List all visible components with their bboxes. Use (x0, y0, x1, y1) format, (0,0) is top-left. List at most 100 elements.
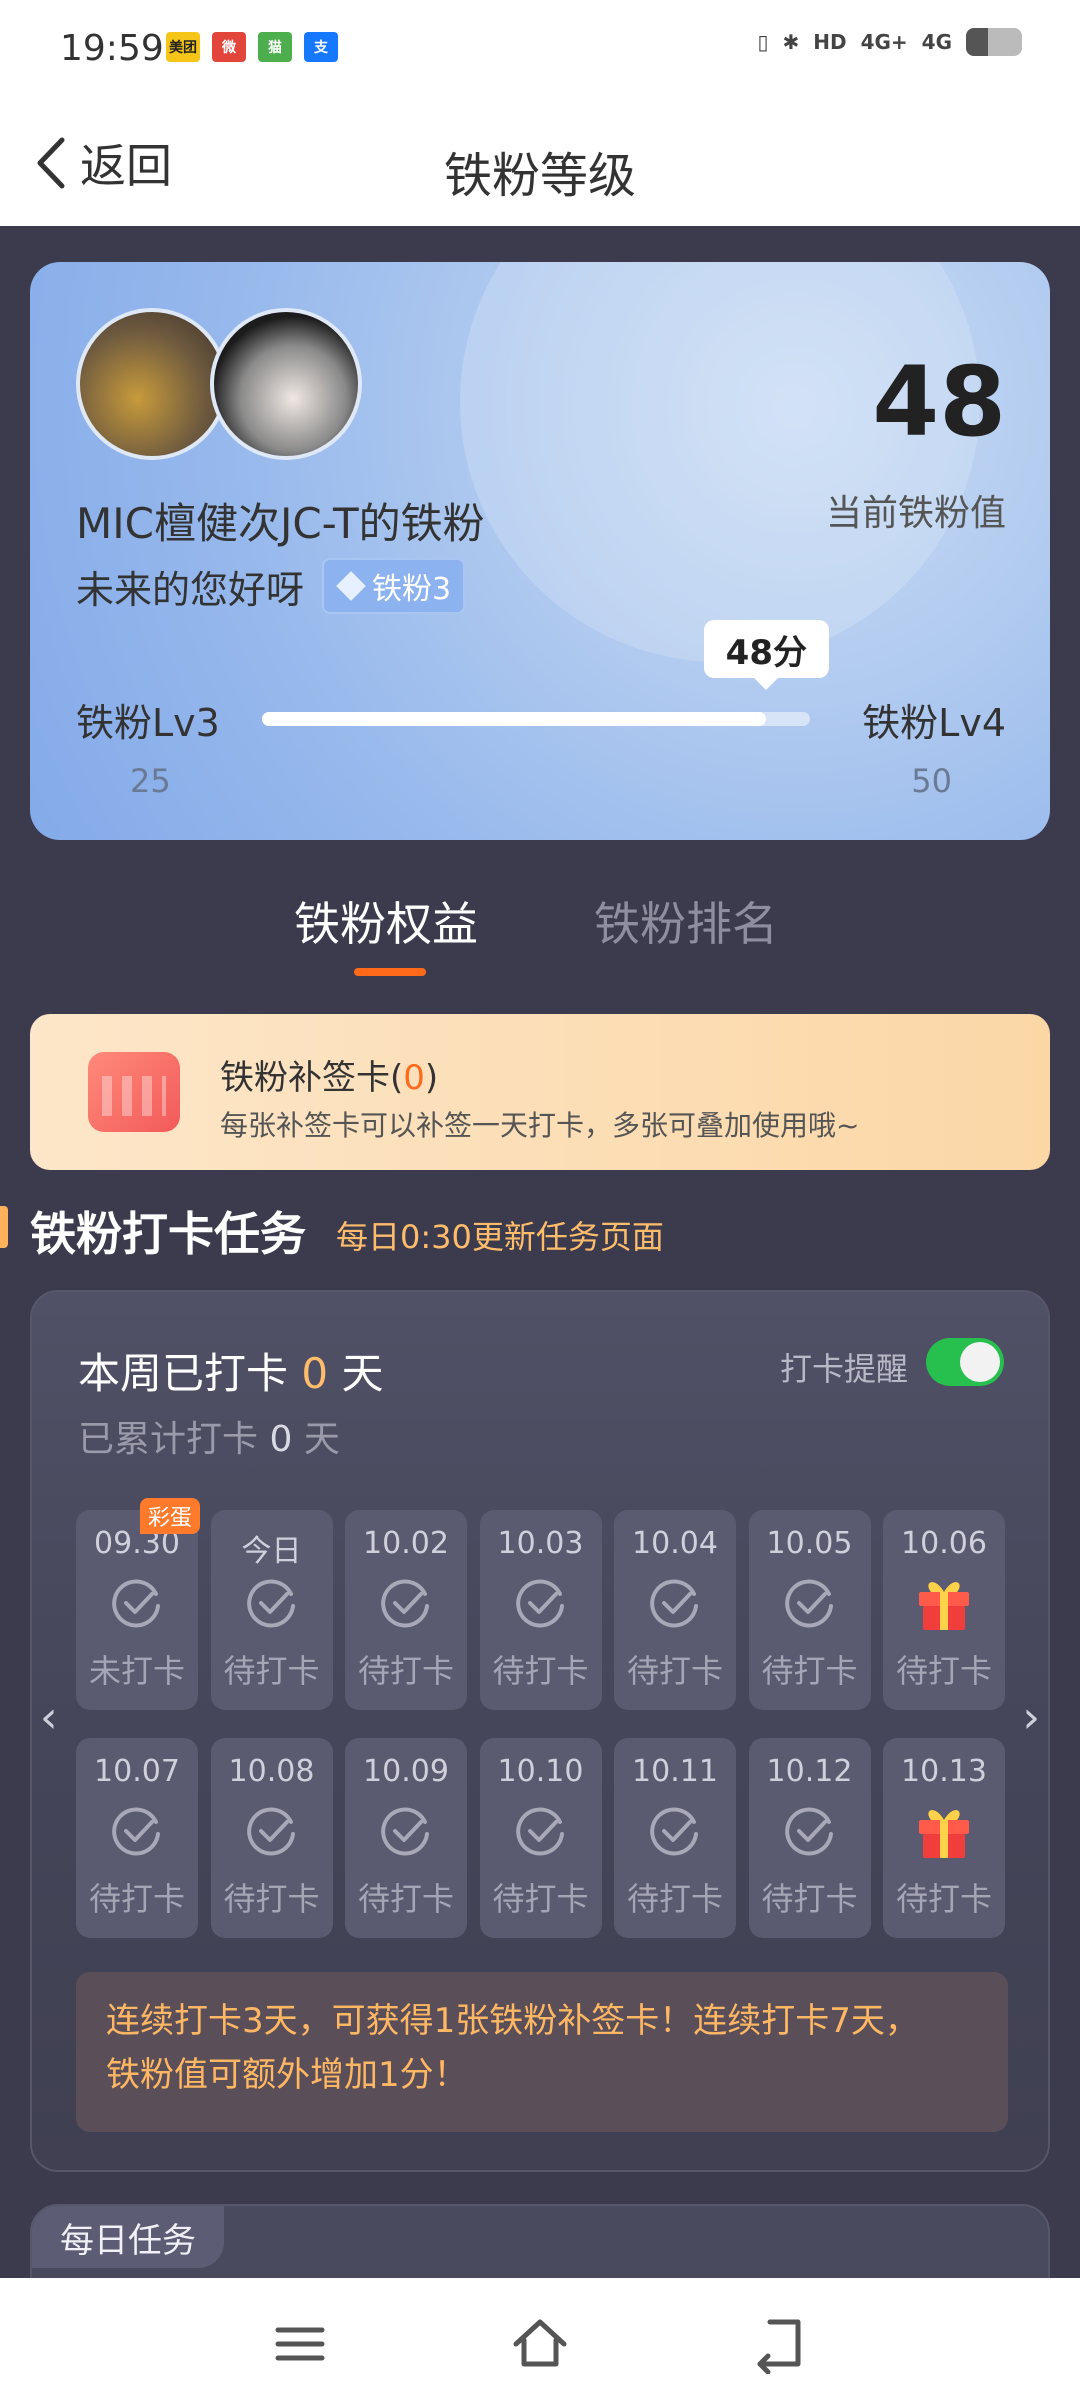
day-status: 待打卡 (626, 1880, 723, 1918)
weibo-icon: 微 (212, 32, 246, 62)
section-subtitle: 每日0:30更新任务页面 (336, 1218, 664, 1256)
section-title: 铁粉打卡任务 (30, 1207, 306, 1261)
day-status: 待打卡 (761, 1880, 858, 1918)
day-status: 待打卡 (895, 1652, 992, 1690)
day-status: 待打卡 (492, 1652, 589, 1690)
check-circle-icon (381, 1807, 429, 1856)
checkin-day[interactable]: 10.10 待打卡 (479, 1738, 602, 1938)
vibrate-icon: ▯ (757, 30, 769, 54)
tab-ranking[interactable]: 铁粉排名 (594, 888, 778, 954)
note-line-2: 铁粉值可额外增加1分！ (106, 2055, 468, 2095)
day-date: 10.09 (363, 1754, 449, 1789)
day-date: 10.08 (228, 1754, 315, 1789)
next-level-label: 铁粉Lv4 (862, 701, 1006, 745)
checkin-card: 本周已打卡 0 天 已累计打卡 0 天 打卡提醒 ‹ › 09.30 未打卡 彩蛋今… (30, 1290, 1050, 2172)
check-circle-icon (650, 1807, 698, 1856)
easter-egg-badge: 彩蛋 (139, 1498, 200, 1534)
day-date: 10.03 (497, 1526, 584, 1561)
total-suffix: 天 (303, 1419, 340, 1460)
day-date: 10.13 (901, 1754, 987, 1789)
makeup-card-desc: 每张补签卡可以补签一天打卡，多张可叠加使用哦~ (220, 1109, 860, 1142)
fan-name: MIC檀健次JC-T的铁粉 (76, 499, 485, 548)
level-badge: 铁粉3 (322, 558, 466, 614)
total-prefix: 已累计打卡 (78, 1419, 259, 1460)
checkin-day[interactable]: 10.08 待打卡 (210, 1738, 333, 1938)
makeup-card-banner[interactable]: 铁粉补签卡(0) 每张补签卡可以补签一天打卡，多张可叠加使用哦~ (30, 1014, 1050, 1170)
active-tab-indicator (354, 968, 426, 976)
checkin-day[interactable]: 今日 待打卡 (210, 1510, 333, 1710)
day-date: 10.02 (363, 1526, 449, 1561)
day-date: 今日 (241, 1534, 302, 1569)
checkin-day[interactable]: 10.03 待打卡 (479, 1510, 602, 1710)
day-status: 待打卡 (88, 1880, 185, 1918)
greeting-text: 未来的您好呀 (76, 567, 305, 612)
checkin-day[interactable]: 10.07 待打卡 (76, 1738, 198, 1938)
day-status: 待打卡 (895, 1880, 992, 1918)
progress-tooltip: 48分 (703, 620, 829, 678)
day-status: 待打卡 (223, 1652, 320, 1690)
day-status: 未打卡 (88, 1652, 185, 1690)
fan-level-card: MIC檀健次JC-T的铁粉 未来的您好呀 铁粉3 48 当前铁粉值 48分 铁粉… (30, 262, 1050, 840)
toggle-knob (960, 1342, 1000, 1382)
gift-icon (919, 1582, 969, 1630)
makeup-title-prefix: 铁粉补签卡( (220, 1058, 404, 1098)
makeup-card-count: 0 (403, 1058, 425, 1098)
back-icon[interactable] (750, 2314, 810, 2374)
greeting-row: 未来的您好呀 铁粉3 (76, 558, 466, 614)
checkin-day[interactable]: 10.13 待打卡 (883, 1738, 1005, 1938)
check-circle-icon (515, 1807, 564, 1856)
day-status: 待打卡 (761, 1652, 858, 1690)
battery-icon (966, 28, 1022, 56)
day-date: 10.10 (497, 1754, 584, 1789)
user-avatar[interactable] (76, 308, 228, 460)
idol-avatar[interactable] (210, 308, 362, 460)
day-status: 待打卡 (357, 1880, 454, 1918)
gift-icon (919, 1810, 969, 1858)
nav-bar: 返回 铁粉等级 (0, 100, 1080, 226)
level-progress-fill (262, 712, 767, 726)
status-app-icons: 美团 微 猫 支 (166, 32, 338, 62)
checkin-day[interactable]: 10.02 待打卡 (345, 1510, 467, 1710)
check-circle-icon (515, 1579, 564, 1628)
home-icon[interactable] (510, 2314, 570, 2374)
checkin-day[interactable]: 10.06 待打卡 (883, 1510, 1005, 1710)
menu-icon[interactable] (270, 2314, 330, 2374)
next-week-arrow[interactable]: › (1022, 1692, 1040, 1743)
diamond-icon (336, 571, 366, 601)
checkin-day[interactable]: 09.30 未打卡 彩蛋 (76, 1498, 200, 1710)
day-status: 待打卡 (357, 1652, 454, 1690)
checkin-day[interactable]: 10.12 待打卡 (748, 1738, 871, 1938)
prev-week-arrow[interactable]: ‹ (40, 1692, 58, 1743)
current-level-label: 铁粉Lv3 (76, 701, 220, 745)
day-date: 10.12 (766, 1754, 853, 1789)
checkin-reward-note: 连续打卡3天，可获得1张铁粉补签卡！连续打卡7天， 铁粉值可额外增加1分！ (76, 1972, 1008, 2132)
day-date: 10.11 (632, 1754, 718, 1789)
day-date: 10.04 (632, 1526, 718, 1561)
week-checkin-summary: 本周已打卡 0 天 (78, 1340, 383, 1401)
checkin-day[interactable]: 10.05 待打卡 (748, 1510, 871, 1710)
day-date: 10.07 (94, 1754, 180, 1789)
status-time: 19:59 (60, 28, 164, 69)
check-circle-icon (246, 1807, 295, 1856)
fan-score: 48 (872, 346, 1006, 458)
calendar-icon (88, 1052, 180, 1132)
section-accent-bar (0, 1206, 8, 1248)
alipay-icon: 支 (304, 32, 338, 62)
checkin-day[interactable]: 10.04 待打卡 (614, 1510, 736, 1710)
tab-benefits[interactable]: 铁粉权益 (294, 888, 478, 954)
day-date: 10.05 (766, 1526, 853, 1561)
bluetooth-icon: ✱ (782, 30, 800, 54)
tab-bar: 铁粉权益 铁粉排名 (0, 880, 1080, 990)
next-level-min: 50 (911, 762, 952, 800)
fan-score-label: 当前铁粉值 (825, 493, 1006, 534)
day-status: 待打卡 (626, 1652, 723, 1690)
current-level-min: 25 (130, 762, 171, 800)
check-circle-icon (112, 1807, 160, 1856)
network-label: 4G+ (860, 30, 908, 54)
checkin-day[interactable]: 10.09 待打卡 (345, 1738, 467, 1938)
meituan-icon: 美团 (166, 32, 200, 62)
check-circle-icon (650, 1579, 698, 1628)
remind-toggle[interactable] (926, 1338, 1004, 1386)
checkin-day[interactable]: 10.11 待打卡 (614, 1738, 736, 1938)
day-date: 10.06 (901, 1526, 987, 1561)
